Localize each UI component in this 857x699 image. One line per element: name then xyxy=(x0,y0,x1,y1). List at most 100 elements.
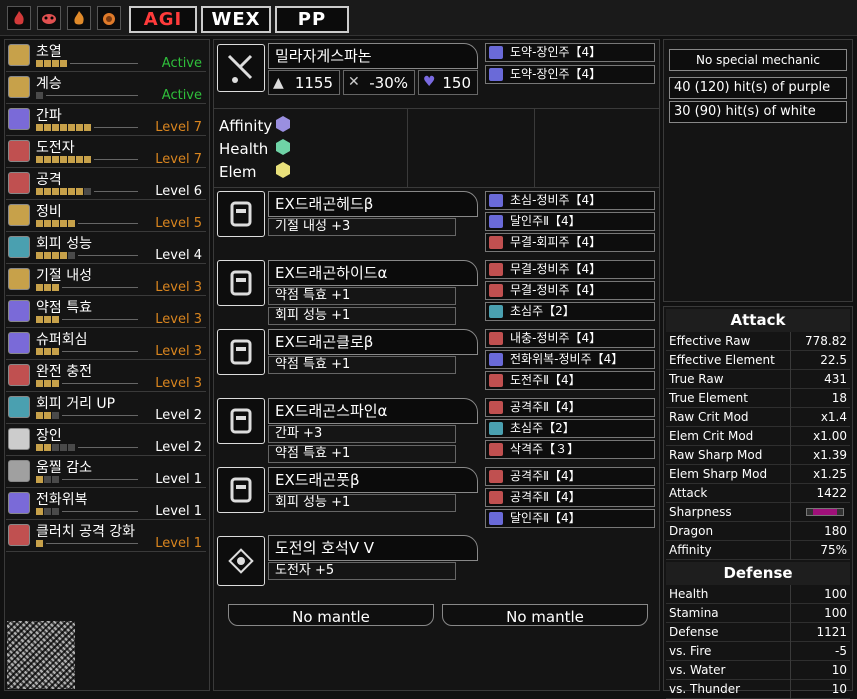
stat-value: 1422 xyxy=(816,486,847,500)
charm-name[interactable]: 도전의 호석Ⅴ Ⅴ xyxy=(268,535,478,561)
decoration-slot[interactable]: 달인주Ⅱ【4】 xyxy=(485,509,655,528)
skill-row[interactable]: 클러치 공격 강화 Level 1 xyxy=(6,521,206,552)
skill-name: 회피 성능 xyxy=(36,236,92,252)
skill-bar-track xyxy=(46,95,138,96)
skill-bar-track xyxy=(62,319,138,320)
charm-icon[interactable] xyxy=(217,536,265,586)
skill-name: 초열 xyxy=(36,44,62,60)
skill-bar-track xyxy=(46,543,138,544)
mantle-slot-1[interactable]: No mantle xyxy=(228,604,434,626)
stat-row: Defense 1121 xyxy=(666,623,850,642)
weapon-name[interactable]: 밀라자게스파논 xyxy=(268,43,478,69)
pp-button[interactable]: PP xyxy=(275,6,349,33)
mantle-slot-2[interactable]: No mantle xyxy=(442,604,648,626)
decoration-name: 무결-정비주【4】 xyxy=(510,283,602,297)
chest-icon[interactable] xyxy=(217,260,265,306)
qr-code[interactable] xyxy=(7,621,75,689)
skill-name: 간파 xyxy=(36,108,62,124)
decoration-slot[interactable]: 내충-정비주【4】 xyxy=(485,329,655,348)
decoration-slot[interactable]: 삭격주【３】 xyxy=(485,440,655,459)
skill-level: Level 1 xyxy=(155,536,202,551)
skill-row[interactable]: 약점 특효 Level 3 xyxy=(6,297,206,328)
decoration-slot[interactable]: 공격주Ⅱ【4】 xyxy=(485,488,655,507)
skill-name: 기절 내성 xyxy=(36,268,92,284)
divider xyxy=(790,604,791,623)
divider xyxy=(790,522,791,541)
skill-bar-track xyxy=(94,159,138,160)
skill-level: Level 2 xyxy=(155,440,202,455)
food-icon[interactable] xyxy=(97,6,121,30)
decoration-slot[interactable]: 전화위복-정비주【4】 xyxy=(485,350,655,369)
stat-row: True Raw 431 xyxy=(666,370,850,389)
skill-name: 도전자 xyxy=(36,140,75,156)
waist-icon[interactable] xyxy=(217,398,265,444)
skill-row[interactable]: 전화위복 Level 1 xyxy=(6,489,206,520)
stat-label: Elem Crit Mod xyxy=(669,429,754,443)
decoration-slot[interactable]: 무결-회피주【4】 xyxy=(485,233,655,252)
skill-level: Level 1 xyxy=(155,472,202,487)
skill-row[interactable]: 완전 충전 Level 3 xyxy=(6,361,206,392)
kinsect-elem-label: Elem xyxy=(219,163,257,181)
skill-row[interactable]: 정비 Level 5 xyxy=(6,201,206,232)
armor-name[interactable]: EX드래곤풋β xyxy=(268,467,478,493)
stat-value: x1.00 xyxy=(813,429,847,443)
weapon-deco-1[interactable]: 도약-장인주【4】 xyxy=(485,43,655,62)
monster-icon[interactable] xyxy=(37,6,61,30)
skill-icon xyxy=(8,428,30,450)
skill-row[interactable]: 기절 내성 Level 3 xyxy=(6,265,206,296)
decoration-slot[interactable]: 공격주Ⅱ【4】 xyxy=(485,467,655,486)
decoration-slot[interactable]: 도전주Ⅱ【4】 xyxy=(485,371,655,390)
crit-icon: ✕ xyxy=(348,74,360,90)
wex-button[interactable]: WEX xyxy=(201,6,271,33)
armor-name[interactable]: EX드래곤스파인α xyxy=(268,398,478,424)
skill-name: 계승 xyxy=(36,76,62,92)
divider xyxy=(790,541,791,560)
flame-icon[interactable] xyxy=(7,6,31,30)
armor-name[interactable]: EX드래곤하이드α xyxy=(268,260,478,286)
weapon-deco-2[interactable]: 도약-장인주【4】 xyxy=(485,65,655,84)
stat-row: Effective Raw 778.82 xyxy=(666,332,850,351)
divider xyxy=(790,680,791,699)
fire-buff-icon[interactable] xyxy=(67,6,91,30)
stat-value: 18 xyxy=(831,391,847,405)
skill-row[interactable]: 움찔 감소 Level 1 xyxy=(6,457,206,488)
decoration-slot[interactable]: 무결-정비주【4】 xyxy=(485,260,655,279)
jewel-icon xyxy=(489,512,503,525)
decoration-slot[interactable]: 초심주【2】 xyxy=(485,302,655,321)
skill-row[interactable]: 초열 Active xyxy=(6,41,206,72)
skill-row[interactable]: 회피 거리 UP Level 2 xyxy=(6,393,206,424)
armor-name[interactable]: EX드래곤클로β xyxy=(268,329,478,355)
skill-row[interactable]: 공격 Level 6 xyxy=(6,169,206,200)
stat-row: Raw Crit Mod x1.4 xyxy=(666,408,850,427)
skill-row[interactable]: 회피 성능 Level 4 xyxy=(6,233,206,264)
skill-row[interactable]: 장인 Level 2 xyxy=(6,425,206,456)
divider xyxy=(534,109,535,187)
decoration-name: 무결-정비주【4】 xyxy=(510,262,602,276)
decoration-slot[interactable]: 달인주Ⅱ【4】 xyxy=(485,212,655,231)
armor-skill: 회피 성능 +1 xyxy=(268,307,456,325)
divider xyxy=(790,332,791,351)
stat-label: vs. Thunder xyxy=(669,682,741,696)
armor-name[interactable]: EX드래곤헤드β xyxy=(268,191,478,217)
skill-bar-track xyxy=(78,447,138,448)
decoration-slot[interactable]: 초심-정비주【4】 xyxy=(485,191,655,210)
skill-row[interactable]: 도전자 Level 7 xyxy=(6,137,206,168)
decoration-slot[interactable]: 무결-정비주【4】 xyxy=(485,281,655,300)
skill-level: Level 3 xyxy=(155,344,202,359)
jewel-icon xyxy=(489,215,503,228)
decoration-slot[interactable]: 초심주【2】 xyxy=(485,419,655,438)
legs-icon[interactable] xyxy=(217,467,265,513)
skill-level: Active xyxy=(161,88,202,103)
helm-icon[interactable] xyxy=(217,191,265,237)
skill-row[interactable]: 계승 Active xyxy=(6,73,206,104)
skill-row[interactable]: 슈퍼회심 Level 3 xyxy=(6,329,206,360)
weapon-icon[interactable] xyxy=(217,44,265,92)
decoration-slot[interactable]: 공격주Ⅱ【4】 xyxy=(485,398,655,417)
skill-bar-track xyxy=(62,287,138,288)
skill-row[interactable]: 간파 Level 7 xyxy=(6,105,206,136)
stat-label: Attack xyxy=(669,486,708,500)
agi-button[interactable]: AGI xyxy=(129,6,197,33)
skill-bar-track xyxy=(78,223,138,224)
arms-icon[interactable] xyxy=(217,329,265,375)
divider xyxy=(213,108,660,109)
